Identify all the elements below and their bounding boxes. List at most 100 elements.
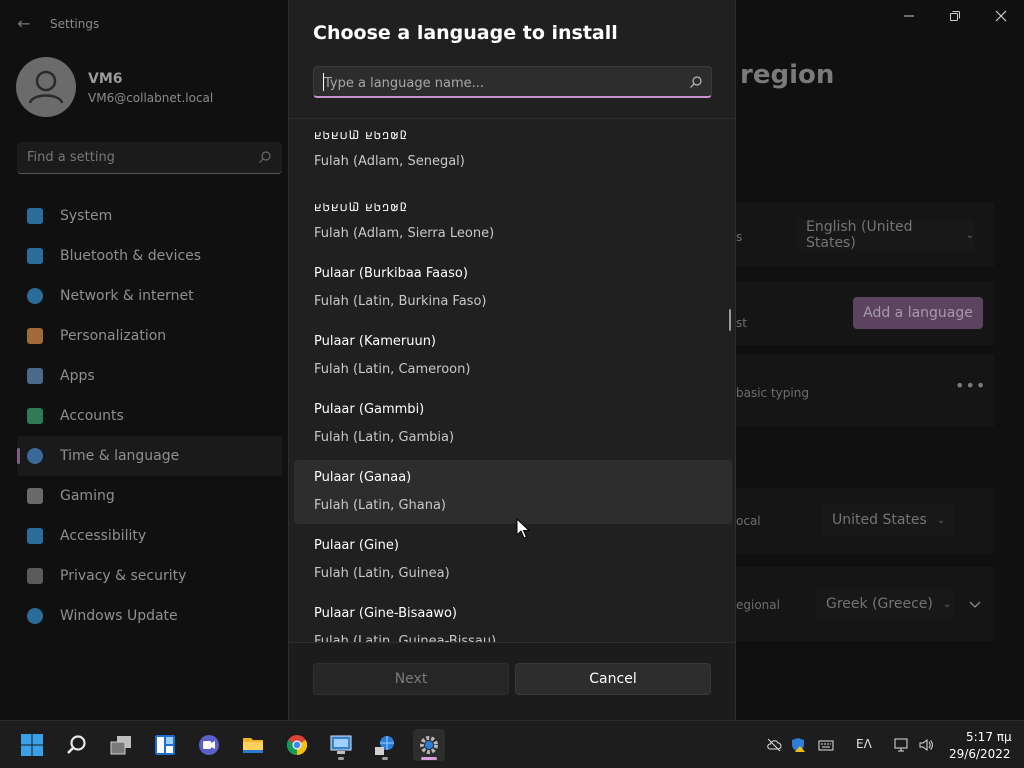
country-select[interactable]: United States ⌄	[822, 504, 954, 536]
clock-date[interactable]: 29/6/2022	[949, 747, 1011, 761]
sidebar-item[interactable]: Time & language	[17, 436, 282, 476]
security-alert-icon[interactable]	[789, 736, 807, 754]
language-list-item[interactable]: Pulaar (Gammbi) Fulah (Latin, Gambia)	[294, 392, 732, 456]
language-search-input[interactable]	[324, 73, 674, 93]
cloud-off-icon	[767, 738, 782, 752]
language-native-name: Pulaar (Gammbi)	[314, 402, 425, 417]
regional-format-select[interactable]: Greek (Greece) ⌄	[816, 588, 954, 620]
language-english-name: Fulah (Latin, Burkina Faso)	[314, 294, 487, 309]
close-button[interactable]	[978, 6, 1024, 26]
volume-tray-icon[interactable]	[917, 736, 935, 754]
settings-taskbar-button[interactable]	[413, 729, 445, 761]
taskbar-search-button[interactable]	[61, 729, 93, 761]
input-language-indicator[interactable]: ΕΛ	[856, 737, 872, 751]
profile-name: VM6	[88, 71, 123, 87]
language-native-name: Pulaar (Gine)	[314, 538, 399, 553]
bluetooth-icon	[27, 248, 43, 264]
teams-chat-button[interactable]	[193, 729, 225, 761]
shield-warning-icon	[792, 738, 805, 752]
accessibility-icon	[27, 528, 43, 544]
language-search-box[interactable]	[313, 66, 712, 98]
language-list-item[interactable]: Pulaar (Ganaa) Fulah (Latin, Ghana)	[294, 460, 732, 524]
language-list: 𞤆𞤵𞤤𞤢𞤪 𞤅𞤭𞤪𞤢𞤪 Fulah (Adlam, Senegal) 𞤆𞤵𞤤𞤢𞤪 𞤅…	[289, 119, 735, 642]
language-english-name: Fulah (Adlam, Senegal)	[314, 154, 465, 169]
language-native-name: 𞤆𞤵𞤤𞤢𞤪 𞤅𞤭𞤪𞤢𞤪	[314, 128, 408, 142]
language-list-item[interactable]: 𞤆𞤵𞤤𞤢𞤪 𞤅𞤭𞤪𞤢𞤪 Fulah (Adlam, Sierra Leone)	[294, 188, 732, 252]
sidebar-item-label: Personalization	[60, 328, 167, 344]
remote-desktop-button[interactable]	[325, 729, 357, 761]
language-native-name: Pulaar (Ganaa)	[314, 470, 412, 485]
regional-format-value: Greek (Greece)	[826, 596, 933, 612]
network-tool-icon	[375, 736, 394, 755]
page-title: region	[740, 60, 835, 90]
sidebar-item-label: Accounts	[60, 408, 124, 424]
widgets-button[interactable]	[149, 729, 181, 761]
preferred-languages-label: st	[736, 316, 747, 330]
sidebar-item[interactable]: Accounts	[17, 396, 282, 436]
country-card: ocal United States ⌄	[736, 488, 994, 554]
clock-time[interactable]: 5:17 πμ	[966, 730, 1012, 744]
teams-chat-icon	[199, 735, 219, 755]
display-language-label: s	[736, 230, 743, 244]
display-language-card: s English (United States) ⌄	[736, 203, 994, 267]
onedrive-offline-icon[interactable]	[765, 736, 783, 754]
find-setting-placeholder: Find a setting	[27, 150, 115, 165]
sidebar-item[interactable]: Privacy & security	[17, 556, 282, 596]
file-explorer-button[interactable]	[237, 729, 269, 761]
windows-update-icon	[27, 608, 43, 624]
network-tool-button[interactable]	[369, 729, 401, 761]
add-language-button[interactable]: Add a language	[853, 297, 983, 329]
sidebar-item-label: Accessibility	[60, 528, 147, 544]
sidebar-item[interactable]: Windows Update	[17, 596, 282, 636]
language-english-name: Fulah (Latin, Ghana)	[314, 498, 447, 513]
sidebar-item[interactable]: System	[17, 196, 282, 236]
sidebar-item[interactable]: Gaming	[17, 476, 282, 516]
language-native-name: Pulaar (Kameruun)	[314, 334, 437, 349]
globe-clock-icon	[27, 448, 43, 464]
search-icon	[67, 735, 86, 754]
gamepad-icon	[27, 488, 43, 504]
sidebar-item[interactable]: Personalization	[17, 316, 282, 356]
settings-icon	[420, 736, 438, 754]
back-arrow-icon[interactable]: ←	[14, 14, 34, 34]
find-setting-input[interactable]: Find a setting	[17, 142, 282, 174]
language-list-item[interactable]: Pulaar (Kameruun) Fulah (Latin, Cameroon)	[294, 324, 732, 388]
language-english-name: Fulah (Adlam, Sierra Leone)	[314, 226, 495, 241]
sidebar-item-label: Network & internet	[60, 288, 194, 304]
minimize-button[interactable]	[886, 6, 932, 26]
mouse-pointer-icon	[516, 518, 530, 539]
avatar[interactable]	[16, 57, 76, 117]
keyboard-icon[interactable]	[817, 736, 835, 754]
language-list-item[interactable]: Pulaar (Gine-Bisaawo) Fulah (Latin, Guine…	[294, 596, 732, 642]
task-view-icon	[110, 736, 131, 755]
sidebar-item[interactable]: Accessibility	[17, 516, 282, 556]
restore-button[interactable]	[932, 6, 978, 26]
language-list-item[interactable]: Pulaar (Gine) Fulah (Latin, Guinea)	[294, 528, 732, 592]
start-icon	[21, 734, 43, 756]
taskbar: ΕΛ 5:17 πμ 29/6/2022	[0, 720, 1024, 768]
sidebar-item[interactable]: Network & internet	[17, 276, 282, 316]
shield-icon	[27, 568, 43, 584]
language-english-name: Fulah (Latin, Guinea-Bissau)	[314, 634, 497, 642]
wifi-icon	[27, 288, 43, 304]
expand-chevron-icon[interactable]	[967, 596, 983, 612]
sidebar-item-label: Privacy & security	[60, 568, 187, 584]
task-view-button[interactable]	[105, 729, 137, 761]
next-button[interactable]: Next	[313, 663, 509, 695]
close-icon	[995, 10, 1007, 22]
network-tray-icon[interactable]	[892, 736, 910, 754]
accounts-icon	[27, 408, 43, 424]
language-list-item[interactable]: 𞤆𞤵𞤤𞤢𞤪 𞤅𞤭𞤪𞤢𞤪 Fulah (Adlam, Senegal)	[294, 119, 732, 180]
cancel-button[interactable]: Cancel	[515, 663, 711, 695]
brush-icon	[27, 328, 43, 344]
more-options-icon[interactable]: •••	[955, 376, 986, 395]
sidebar-item[interactable]: Apps	[17, 356, 282, 396]
language-features-label: basic typing	[736, 386, 809, 400]
display-language-select[interactable]: English (United States) ⌄	[796, 219, 974, 251]
widgets-icon	[155, 735, 175, 755]
sidebar-item[interactable]: Bluetooth & devices	[17, 236, 282, 276]
language-list-item[interactable]: Pulaar (Burkibaa Faaso) Fulah (Latin, Bur…	[294, 256, 732, 320]
chrome-button[interactable]	[281, 729, 313, 761]
sidebar-item-label: System	[60, 208, 113, 224]
start-button[interactable]	[16, 729, 48, 761]
